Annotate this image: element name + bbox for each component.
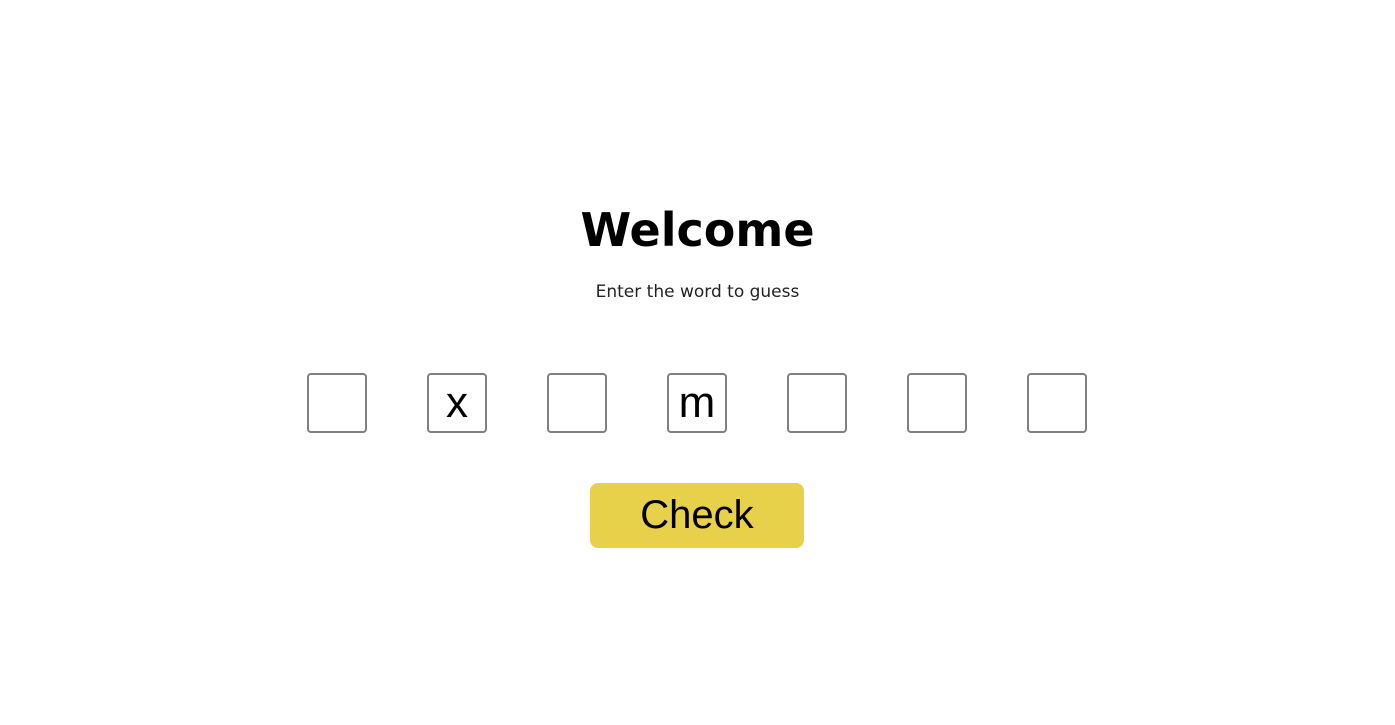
letter-input-3[interactable] bbox=[547, 373, 607, 433]
page-title: Welcome bbox=[580, 203, 815, 257]
letter-input-6[interactable] bbox=[907, 373, 967, 433]
letter-input-5[interactable] bbox=[787, 373, 847, 433]
check-button[interactable]: Check bbox=[590, 483, 804, 548]
letter-input-7[interactable] bbox=[1027, 373, 1087, 433]
letter-input-2[interactable] bbox=[427, 373, 487, 433]
letter-input-4[interactable] bbox=[667, 373, 727, 433]
letter-input-1[interactable] bbox=[307, 373, 367, 433]
guess-word-page: Welcome Enter the word to guess Check bbox=[0, 0, 1395, 725]
page-subtitle: Enter the word to guess bbox=[595, 282, 800, 302]
letter-input-row bbox=[307, 373, 1087, 433]
